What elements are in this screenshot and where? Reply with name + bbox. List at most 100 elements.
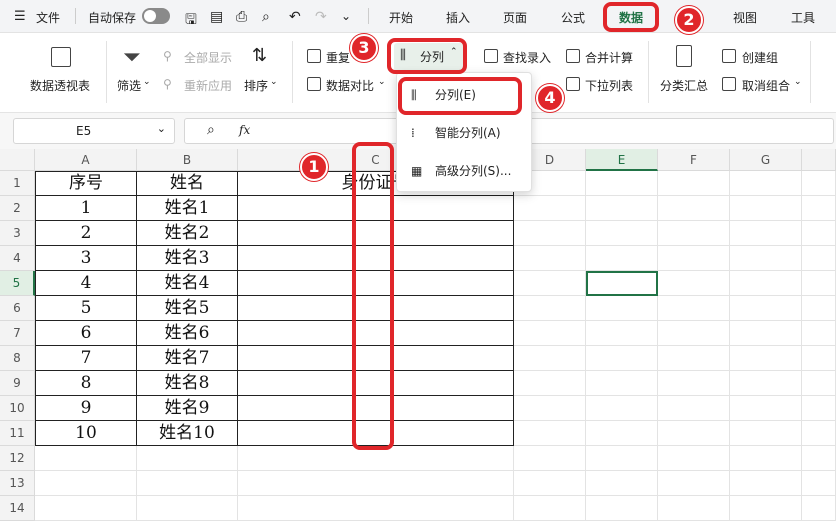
cell[interactable] [586, 446, 658, 471]
print-preview-icon[interactable]: ⌕ [262, 9, 270, 25]
cell[interactable] [802, 371, 836, 396]
cell[interactable] [802, 346, 836, 371]
column-header-b[interactable]: B [137, 149, 238, 171]
cell[interactable] [730, 371, 802, 396]
row-header[interactable]: 6 [0, 296, 35, 321]
row-header[interactable]: 13 [0, 471, 35, 496]
selected-cell[interactable] [586, 271, 658, 296]
cell[interactable] [35, 446, 137, 471]
cell[interactable] [802, 471, 836, 496]
spreadsheet-grid[interactable]: A B C D E F G 1 序号 姓名 身份证号 2 1 姓名1 3 2 姓名2 4 3 姓名3 5 4… [0, 149, 836, 523]
cell[interactable] [730, 196, 802, 221]
cell[interactable]: 姓名2 [137, 221, 238, 246]
cell[interactable] [514, 221, 586, 246]
cell[interactable] [802, 221, 836, 246]
tab-formula[interactable]: 公式 [561, 9, 585, 26]
cell[interactable] [730, 396, 802, 421]
zoom-icon[interactable]: ⌕ [207, 122, 215, 138]
cell[interactable] [586, 296, 658, 321]
fx-icon[interactable]: fx [239, 123, 250, 137]
cell[interactable] [802, 421, 836, 446]
cell[interactable] [586, 171, 658, 196]
cell[interactable] [586, 371, 658, 396]
cell[interactable]: 姓名 [137, 171, 238, 196]
cell[interactable] [730, 271, 802, 296]
cell[interactable] [802, 446, 836, 471]
cell[interactable]: 姓名9 [137, 396, 238, 421]
tab-home[interactable]: 开始 [389, 9, 413, 26]
column-header-e[interactable]: E [586, 149, 658, 171]
cell[interactable] [35, 471, 137, 496]
cell[interactable] [730, 446, 802, 471]
tab-insert[interactable]: 插入 [446, 9, 470, 26]
menu-item-smart-split[interactable]: ⁞ 智能分列(A) [397, 117, 533, 149]
cell[interactable] [730, 321, 802, 346]
cell[interactable] [730, 296, 802, 321]
cell[interactable] [586, 396, 658, 421]
row-header[interactable]: 4 [0, 246, 35, 271]
cell[interactable] [658, 171, 730, 196]
column-header-f[interactable]: F [658, 149, 730, 171]
cell[interactable] [514, 371, 586, 396]
cell[interactable] [802, 246, 836, 271]
cell[interactable] [514, 246, 586, 271]
cell[interactable]: 4 [35, 271, 137, 296]
cell[interactable]: 10 [35, 421, 137, 446]
cell[interactable]: 5 [35, 296, 137, 321]
menu-item-advanced-split[interactable]: ▦ 高级分列(S)... [397, 155, 533, 187]
cell[interactable] [658, 196, 730, 221]
cell[interactable] [586, 196, 658, 221]
cell[interactable] [137, 496, 238, 521]
cell[interactable] [514, 421, 586, 446]
cell[interactable]: 姓名4 [137, 271, 238, 296]
cell[interactable] [137, 446, 238, 471]
cell[interactable] [730, 221, 802, 246]
select-all-corner[interactable] [0, 149, 35, 171]
chevron-down-icon[interactable]: ⌄ [341, 9, 351, 23]
cell[interactable] [514, 296, 586, 321]
cell[interactable] [802, 496, 836, 521]
cell[interactable] [658, 396, 730, 421]
cell[interactable]: 姓名1 [137, 196, 238, 221]
cell[interactable] [514, 496, 586, 521]
cell[interactable] [658, 246, 730, 271]
cell[interactable] [730, 421, 802, 446]
cell[interactable] [802, 196, 836, 221]
row-header[interactable]: 7 [0, 321, 35, 346]
cell[interactable]: 1 [35, 196, 137, 221]
cell[interactable] [586, 321, 658, 346]
menu-icon[interactable]: ☰ [14, 9, 26, 24]
save-icon[interactable]: 🖫 [185, 9, 197, 33]
row-header[interactable]: 5 [0, 271, 35, 296]
cell[interactable]: 7 [35, 346, 137, 371]
cell[interactable]: 序号 [35, 171, 137, 196]
cell[interactable] [35, 496, 137, 521]
cell[interactable] [137, 471, 238, 496]
cell[interactable]: 姓名3 [137, 246, 238, 271]
tab-view[interactable]: 视图 [733, 9, 757, 26]
cell[interactable] [514, 321, 586, 346]
column-header-g[interactable]: G [730, 149, 802, 171]
row-header[interactable]: 2 [0, 196, 35, 221]
cell[interactable] [658, 446, 730, 471]
cell[interactable] [730, 171, 802, 196]
cell[interactable] [514, 271, 586, 296]
cell[interactable] [238, 496, 514, 521]
column-header-a[interactable]: A [35, 149, 137, 171]
redo-icon[interactable]: ↷ [315, 9, 327, 25]
cell[interactable] [658, 346, 730, 371]
cell[interactable]: 姓名7 [137, 346, 238, 371]
chevron-down-icon[interactable]: ⌄ [157, 122, 166, 135]
autosave-toggle[interactable] [142, 8, 170, 24]
cell[interactable]: 8 [35, 371, 137, 396]
row-header[interactable]: 8 [0, 346, 35, 371]
cell[interactable] [514, 396, 586, 421]
cell[interactable] [730, 246, 802, 271]
cell[interactable] [658, 321, 730, 346]
cell[interactable] [586, 346, 658, 371]
cell[interactable] [658, 371, 730, 396]
cell[interactable] [802, 271, 836, 296]
cell[interactable] [514, 196, 586, 221]
column-header-h[interactable] [802, 149, 836, 171]
cell[interactable] [238, 471, 514, 496]
